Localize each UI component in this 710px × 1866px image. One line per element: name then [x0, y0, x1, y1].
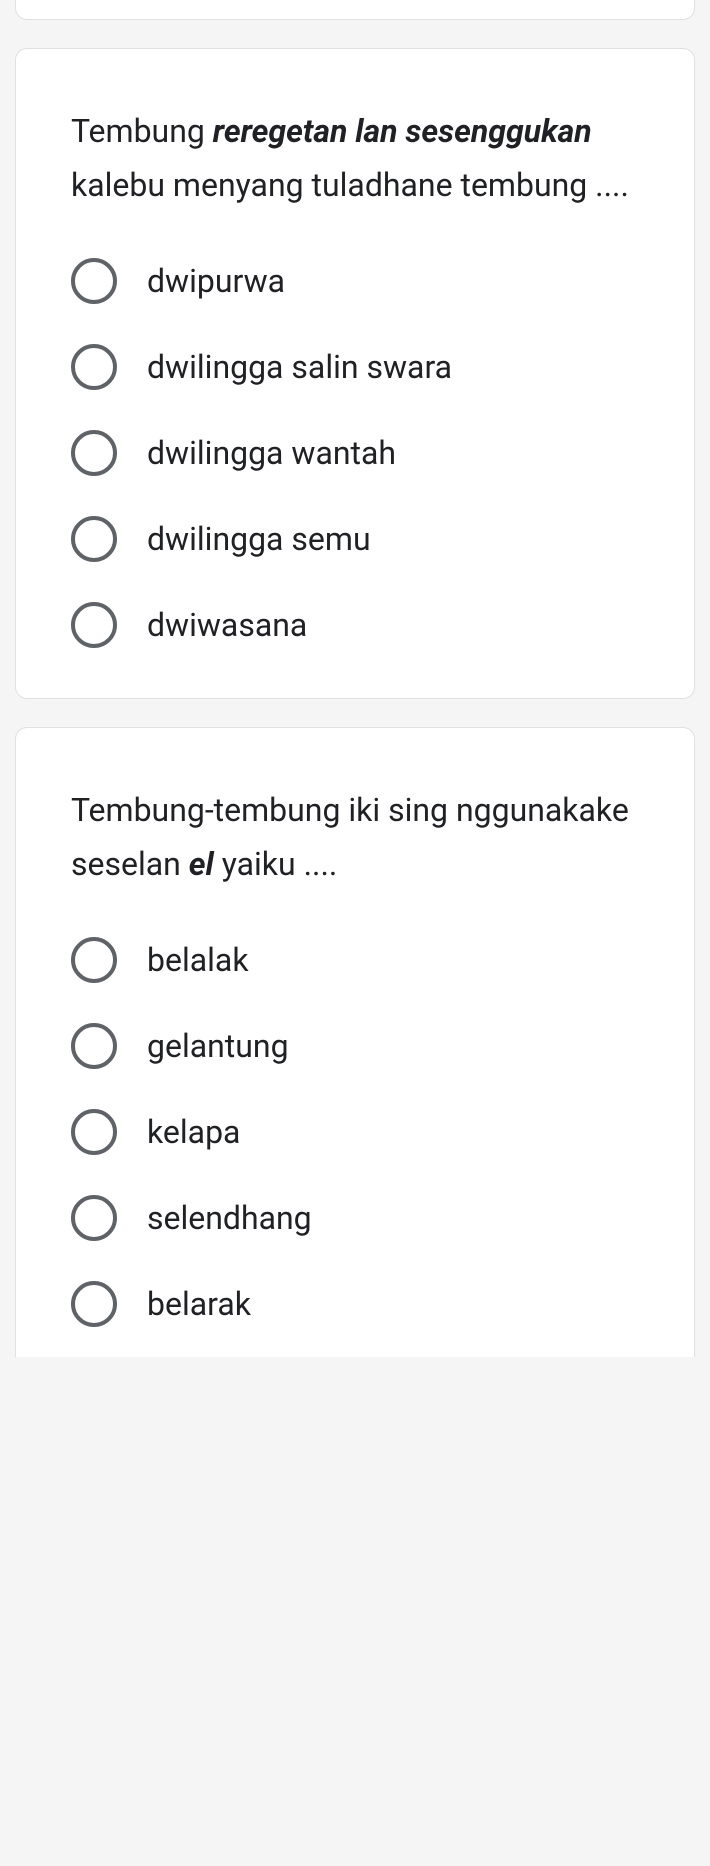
radio-icon [71, 937, 117, 983]
question-prompt-1: Tembung reregetan lan sesenggukan kalebu… [71, 104, 639, 213]
prompt-prefix: Tembung [71, 112, 213, 150]
radio-icon [71, 1195, 117, 1241]
radio-icon [71, 1109, 117, 1155]
option-label: dwiwasana [147, 606, 307, 644]
radio-icon [71, 602, 117, 648]
radio-icon [71, 258, 117, 304]
radio-icon [71, 430, 117, 476]
option-radio[interactable]: dwipurwa [71, 258, 639, 304]
option-radio[interactable]: belarak [71, 1281, 639, 1327]
option-label: belarak [147, 1285, 251, 1323]
option-radio[interactable]: belalak [71, 937, 639, 983]
prompt-prefix: Tembung-tembung iki sing nggunakake sese… [71, 791, 629, 883]
option-radio[interactable]: dwiwasana [71, 602, 639, 648]
question-prompt-2: Tembung-tembung iki sing nggunakake sese… [71, 783, 639, 892]
option-label: dwilingga wantah [147, 434, 396, 472]
radio-icon [71, 516, 117, 562]
options-list-1: dwipurwa dwilingga salin swara dwilingga… [71, 258, 639, 648]
prompt-bold: el [189, 845, 214, 883]
prompt-suffix: yaiku .... [214, 845, 338, 883]
option-radio[interactable]: dwilingga semu [71, 516, 639, 562]
radio-icon [71, 1281, 117, 1327]
question-card-1: Tembung reregetan lan sesenggukan kalebu… [15, 48, 695, 699]
option-radio[interactable]: kelapa [71, 1109, 639, 1155]
option-label: gelantung [147, 1027, 289, 1065]
question-card-2: Tembung-tembung iki sing nggunakake sese… [15, 727, 695, 1357]
prompt-bold: reregetan lan sesenggukan [213, 112, 592, 150]
option-label: kelapa [147, 1113, 240, 1151]
radio-icon [71, 344, 117, 390]
option-radio[interactable]: dwilingga salin swara [71, 344, 639, 390]
option-label: dwipurwa [147, 262, 285, 300]
option-radio[interactable]: gelantung [71, 1023, 639, 1069]
option-radio[interactable]: dwilingga wantah [71, 430, 639, 476]
option-label: selendhang [147, 1199, 312, 1237]
options-list-2: belalak gelantung kelapa selendhang bela… [71, 937, 639, 1327]
previous-card-edge [15, 0, 695, 20]
option-radio[interactable]: selendhang [71, 1195, 639, 1241]
option-label: belalak [147, 941, 249, 979]
radio-icon [71, 1023, 117, 1069]
option-label: dwilingga semu [147, 520, 371, 558]
option-label: dwilingga salin swara [147, 348, 452, 386]
prompt-suffix-2: kalebu menyang tuladhane tembung .... [71, 166, 629, 204]
